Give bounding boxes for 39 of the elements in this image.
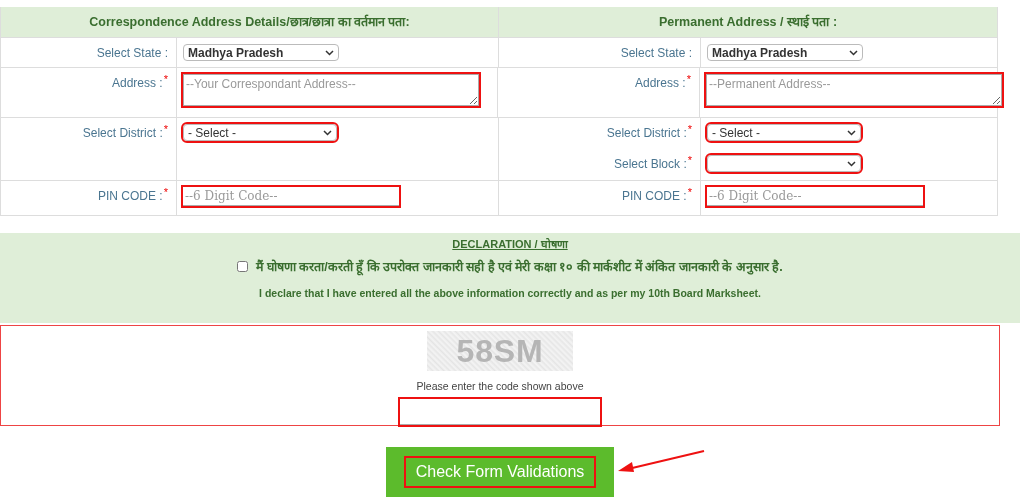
required-mark: *	[687, 124, 692, 135]
required-mark: *	[163, 124, 168, 135]
dropdown[interactable]: - Select -	[183, 124, 337, 141]
chevron-down-icon	[323, 129, 332, 136]
field-label: Select State :	[96, 45, 168, 62]
field-label: Address :	[635, 75, 686, 92]
pin-code-field[interactable]: --6 Digit Code--	[183, 187, 399, 206]
dropdown[interactable]: - Select -	[707, 124, 861, 141]
section-heading: Correspondence Address Details/छात्र/छात्रा का वर्तमान पता:	[1, 7, 499, 37]
field-label: PIN CODE :	[622, 188, 687, 205]
section-heading: Permanent Address / स्थाई पता :	[657, 13, 839, 31]
dropdown[interactable]: Madhya Pradesh	[183, 44, 339, 61]
address-field[interactable]: --Permanent Address--	[706, 74, 1002, 106]
declaration-statement: मैं घोषणा करता/करती हूँ कि उपरोक्त जानकारी सही है एवं मेरी कक्षा १० की मार्कशीट में अंकित जानकारी के अनुसार है.	[256, 258, 783, 277]
chevron-down-icon	[325, 49, 334, 56]
declaration-title: DECLARATION / घोषणा	[452, 237, 568, 252]
field-label: PIN CODE :	[98, 188, 163, 205]
address-field[interactable]: --Your Correspondant Address--	[183, 74, 479, 106]
declaration-checkbox[interactable]	[237, 261, 249, 273]
required-mark: *	[163, 187, 168, 198]
field-label: Address :	[112, 75, 163, 92]
chevron-down-icon	[847, 160, 856, 167]
captcha-prompt: Please enter the code shown above	[416, 379, 584, 394]
dropdown[interactable]: Madhya Pradesh	[707, 44, 863, 61]
field-label: Select State :	[620, 45, 692, 62]
required-mark: *	[687, 187, 692, 198]
captcha-field[interactable]	[400, 398, 600, 425]
field-label: Select District :	[606, 125, 687, 142]
required-mark: *	[163, 74, 168, 85]
field-label: Select Block :	[614, 156, 687, 173]
arrow-icon	[616, 449, 706, 475]
field-label: Select District :	[82, 125, 163, 142]
chevron-down-icon	[849, 49, 858, 56]
pin-code-field[interactable]: --6 Digit Code--	[707, 187, 923, 206]
chevron-down-icon	[847, 129, 856, 136]
captcha-image: 58SM	[427, 331, 573, 371]
declaration-statement: I declare that I have entered all the above information correctly and as per my 10th Board Marksheet.	[259, 286, 761, 302]
required-mark: *	[687, 155, 692, 166]
required-mark: *	[686, 74, 691, 85]
